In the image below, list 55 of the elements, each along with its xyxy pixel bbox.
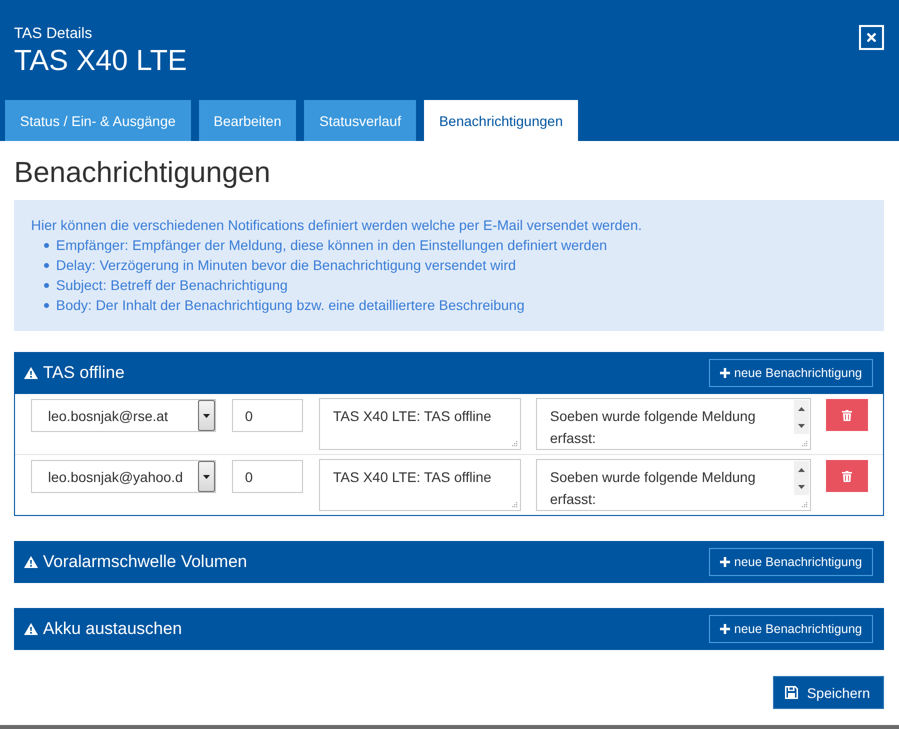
body-textarea[interactable]: Soeben wurde folgende Meldung erfasst: [536, 459, 811, 511]
delay-input[interactable]: 0 [232, 460, 303, 493]
info-list-item: Empfänger: Empfänger der Meldung, diese können in den Einstellungen definiert werden [56, 236, 608, 255]
recipient-select[interactable]: leo.bosnjak@rse.at [31, 399, 216, 432]
bullet-icon [44, 282, 49, 288]
body-textarea[interactable]: Soeben wurde folgende Meldung erfasst: [536, 398, 811, 450]
caret-icon [203, 474, 210, 478]
dialog-title: TAS X40 LTE [14, 44, 187, 78]
info-list-item: Subject: Betreff der Benachrichtigung [56, 276, 288, 295]
bullet-icon [44, 242, 49, 248]
resize-grip-icon[interactable] [512, 441, 518, 447]
dialog-subtitle: TAS Details [14, 25, 94, 42]
tab[interactable]: Benachrichtigungen [424, 100, 578, 141]
dropdown-button[interactable] [198, 400, 215, 431]
resize-grip-icon[interactable] [802, 502, 808, 508]
resize-grip-icon[interactable] [802, 441, 808, 447]
add-notification-button[interactable]: neue Benachrichtigung [709, 359, 873, 387]
plus-icon [720, 624, 730, 634]
scrollbar[interactable] [794, 461, 809, 495]
scroll-up-icon[interactable] [798, 468, 805, 472]
close-icon [867, 33, 876, 42]
save-icon [784, 686, 798, 699]
subject-textarea[interactable]: TAS X40 LTE: TAS offline [319, 459, 521, 511]
subject-textarea[interactable]: TAS X40 LTE: TAS offline [319, 398, 521, 450]
scroll-up-icon[interactable] [798, 406, 805, 410]
caret-icon [203, 414, 210, 418]
info-text: Hier können die verschiedenen Notifications definiert werden welche per E-Mail versendet werden. [31, 216, 643, 235]
delete-button[interactable] [826, 399, 868, 431]
recipient-select[interactable]: leo.bosnjak@yahoo.d [31, 460, 216, 493]
scroll-down-icon[interactable] [798, 424, 805, 428]
scrollbar[interactable] [794, 400, 809, 434]
panel-title: Akku austauschen [43, 619, 182, 639]
delete-button[interactable] [826, 460, 868, 492]
trash-icon [842, 470, 852, 482]
info-list-item: Delay: Verzögerung in Minuten bevor die Benachrichtigung versendet wird [56, 256, 516, 275]
plus-icon [720, 557, 730, 567]
plus-icon [720, 368, 730, 378]
warning-icon [24, 623, 38, 635]
info-list-item: Body: Der Inhalt der Benachrichtigung bzw. eine detailliertere Beschreibung [56, 296, 525, 315]
delay-input[interactable]: 0 [232, 399, 303, 432]
warning-icon [24, 556, 38, 568]
bullet-icon [44, 262, 49, 268]
panel-title: TAS offline [43, 363, 125, 383]
dropdown-button[interactable] [198, 461, 215, 492]
close-button[interactable] [859, 25, 884, 50]
bullet-icon [44, 302, 49, 308]
add-notification-button[interactable]: neue Benachrichtigung [709, 548, 873, 576]
trash-icon [842, 410, 852, 420]
add-notification-button[interactable]: neue Benachrichtigung [709, 615, 873, 643]
page-heading: Benachrichtigungen [14, 156, 272, 191]
warning-icon [24, 367, 38, 379]
save-button[interactable]: Speichern [772, 676, 884, 709]
resize-grip-icon[interactable] [512, 502, 518, 508]
panel-title: Voralarmschwelle Volumen [43, 552, 248, 572]
scroll-down-icon[interactable] [798, 484, 805, 488]
